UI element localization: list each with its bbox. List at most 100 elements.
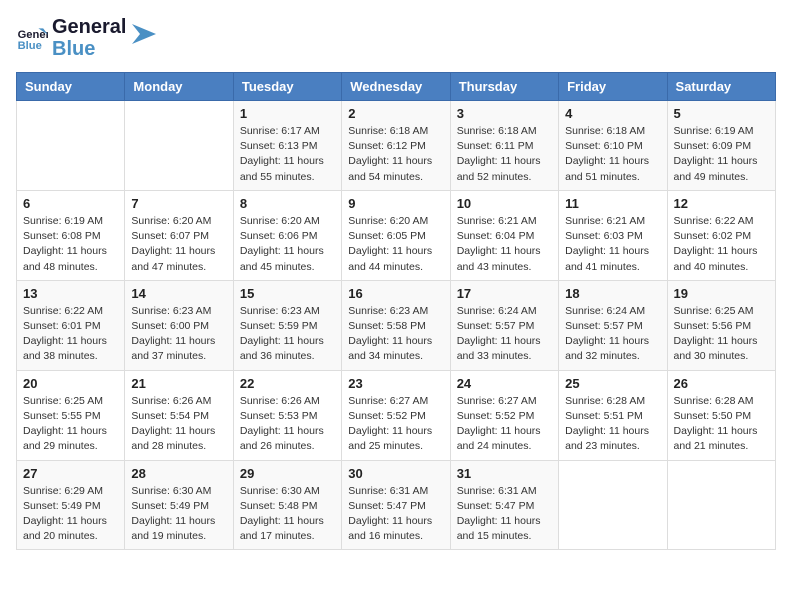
day-header-thursday: Thursday [450,73,558,101]
day-number: 3 [457,106,552,121]
calendar-cell: 22Sunrise: 6:26 AMSunset: 5:53 PMDayligh… [233,370,341,460]
logo-general-text: General [52,16,126,38]
logo-arrow-icon [132,24,156,44]
week-row-3: 13 Sunrise: 6:22 AMSunset: 6:01 PMDayligh… [17,280,776,370]
day-number: 18 [565,286,660,301]
day-info: Sunrise: 6:29 AMSunset: 5:49 PMDaylight:… [23,484,118,545]
calendar-cell: 5 Sunrise: 6:19 AMSunset: 6:09 PMDaylight… [667,101,775,191]
day-number: 23 [348,376,443,391]
calendar-cell: 28Sunrise: 6:30 AMSunset: 5:49 PMDayligh… [125,460,233,550]
day-number: 5 [674,106,769,121]
calendar-cell: 26Sunrise: 6:28 AMSunset: 5:50 PMDayligh… [667,370,775,460]
day-number: 17 [457,286,552,301]
day-number: 15 [240,286,335,301]
week-row-5: 27 Sunrise: 6:29 AMSunset: 5:49 PMDayligh… [17,460,776,550]
calendar-cell: 27 Sunrise: 6:29 AMSunset: 5:49 PMDayligh… [17,460,125,550]
calendar-cell: 9 Sunrise: 6:20 AMSunset: 6:05 PMDaylight… [342,190,450,280]
day-info: Sunrise: 6:22 AMSunset: 6:02 PMDaylight:… [674,214,769,275]
calendar-cell: 17 Sunrise: 6:24 AMSunset: 5:57 PMDayligh… [450,280,558,370]
day-info: Sunrise: 6:25 AMSunset: 5:55 PMDaylight:… [23,394,118,455]
day-info: Sunrise: 6:18 AMSunset: 6:12 PMDaylight:… [348,124,443,185]
day-header-saturday: Saturday [667,73,775,101]
calendar-cell: 16Sunrise: 6:23 AMSunset: 5:58 PMDayligh… [342,280,450,370]
calendar-cell: 25 Sunrise: 6:28 AMSunset: 5:51 PMDayligh… [559,370,667,460]
day-headers-row: SundayMondayTuesdayWednesdayThursdayFrid… [17,73,776,101]
day-info: Sunrise: 6:19 AMSunset: 6:08 PMDaylight:… [23,214,118,275]
calendar-cell [125,101,233,191]
day-number: 27 [23,466,118,481]
day-info: Sunrise: 6:31 AMSunset: 5:47 PMDaylight:… [457,484,552,545]
day-number: 29 [240,466,335,481]
day-info: Sunrise: 6:17 AMSunset: 6:13 PMDaylight:… [240,124,335,185]
day-number: 9 [348,196,443,211]
day-number: 1 [240,106,335,121]
logo: General Blue General Blue [16,16,156,60]
day-header-tuesday: Tuesday [233,73,341,101]
day-info: Sunrise: 6:20 AMSunset: 6:07 PMDaylight:… [131,214,226,275]
calendar-cell: 20 Sunrise: 6:25 AMSunset: 5:55 PMDayligh… [17,370,125,460]
day-number: 16 [348,286,443,301]
week-row-4: 20 Sunrise: 6:25 AMSunset: 5:55 PMDayligh… [17,370,776,460]
day-info: Sunrise: 6:22 AMSunset: 6:01 PMDaylight:… [23,304,118,365]
calendar-table: SundayMondayTuesdayWednesdayThursdayFrid… [16,72,776,550]
week-row-1: 1 Sunrise: 6:17 AMSunset: 6:13 PMDaylight… [17,101,776,191]
calendar-cell: 24Sunrise: 6:27 AMSunset: 5:52 PMDayligh… [450,370,558,460]
calendar-cell: 8 Sunrise: 6:20 AMSunset: 6:06 PMDaylight… [233,190,341,280]
calendar-cell [667,460,775,550]
calendar-cell: 1 Sunrise: 6:17 AMSunset: 6:13 PMDaylight… [233,101,341,191]
calendar-cell: 19 Sunrise: 6:25 AMSunset: 5:56 PMDayligh… [667,280,775,370]
day-number: 8 [240,196,335,211]
day-header-friday: Friday [559,73,667,101]
calendar-cell: 31Sunrise: 6:31 AMSunset: 5:47 PMDayligh… [450,460,558,550]
calendar-cell: 11 Sunrise: 6:21 AMSunset: 6:03 PMDayligh… [559,190,667,280]
calendar-cell [17,101,125,191]
day-info: Sunrise: 6:24 AMSunset: 5:57 PMDaylight:… [457,304,552,365]
day-info: Sunrise: 6:25 AMSunset: 5:56 PMDaylight:… [674,304,769,365]
day-number: 12 [674,196,769,211]
day-number: 25 [565,376,660,391]
calendar-cell: 30 Sunrise: 6:31 AMSunset: 5:47 PMDayligh… [342,460,450,550]
page-header: General Blue General Blue [16,16,776,60]
day-info: Sunrise: 6:26 AMSunset: 5:54 PMDaylight:… [131,394,226,455]
day-info: Sunrise: 6:21 AMSunset: 6:03 PMDaylight:… [565,214,660,275]
week-row-2: 6 Sunrise: 6:19 AMSunset: 6:08 PMDaylight… [17,190,776,280]
day-number: 22 [240,376,335,391]
calendar-cell: 21 Sunrise: 6:26 AMSunset: 5:54 PMDayligh… [125,370,233,460]
calendar-cell: 6 Sunrise: 6:19 AMSunset: 6:08 PMDaylight… [17,190,125,280]
day-number: 7 [131,196,226,211]
day-info: Sunrise: 6:31 AMSunset: 5:47 PMDaylight:… [348,484,443,545]
day-number: 26 [674,376,769,391]
day-info: Sunrise: 6:21 AMSunset: 6:04 PMDaylight:… [457,214,552,275]
day-info: Sunrise: 6:18 AMSunset: 6:11 PMDaylight:… [457,124,552,185]
svg-text:Blue: Blue [18,40,42,52]
day-number: 28 [131,466,226,481]
day-number: 21 [131,376,226,391]
day-number: 11 [565,196,660,211]
day-info: Sunrise: 6:20 AMSunset: 6:05 PMDaylight:… [348,214,443,275]
day-number: 30 [348,466,443,481]
day-info: Sunrise: 6:19 AMSunset: 6:09 PMDaylight:… [674,124,769,185]
day-number: 2 [348,106,443,121]
day-number: 20 [23,376,118,391]
day-info: Sunrise: 6:27 AMSunset: 5:52 PMDaylight:… [348,394,443,455]
day-info: Sunrise: 6:27 AMSunset: 5:52 PMDaylight:… [457,394,552,455]
day-info: Sunrise: 6:28 AMSunset: 5:51 PMDaylight:… [565,394,660,455]
day-info: Sunrise: 6:20 AMSunset: 6:06 PMDaylight:… [240,214,335,275]
day-info: Sunrise: 6:23 AMSunset: 6:00 PMDaylight:… [131,304,226,365]
calendar-cell: 4 Sunrise: 6:18 AMSunset: 6:10 PMDaylight… [559,101,667,191]
day-number: 14 [131,286,226,301]
day-number: 13 [23,286,118,301]
day-header-sunday: Sunday [17,73,125,101]
calendar-cell: 3 Sunrise: 6:18 AMSunset: 6:11 PMDaylight… [450,101,558,191]
day-number: 4 [565,106,660,121]
day-number: 6 [23,196,118,211]
logo-icon: General Blue [16,22,48,54]
day-info: Sunrise: 6:18 AMSunset: 6:10 PMDaylight:… [565,124,660,185]
day-number: 10 [457,196,552,211]
day-header-wednesday: Wednesday [342,73,450,101]
day-number: 19 [674,286,769,301]
calendar-cell: 12 Sunrise: 6:22 AMSunset: 6:02 PMDayligh… [667,190,775,280]
calendar-cell: 13 Sunrise: 6:22 AMSunset: 6:01 PMDayligh… [17,280,125,370]
calendar-cell [559,460,667,550]
day-header-monday: Monday [125,73,233,101]
